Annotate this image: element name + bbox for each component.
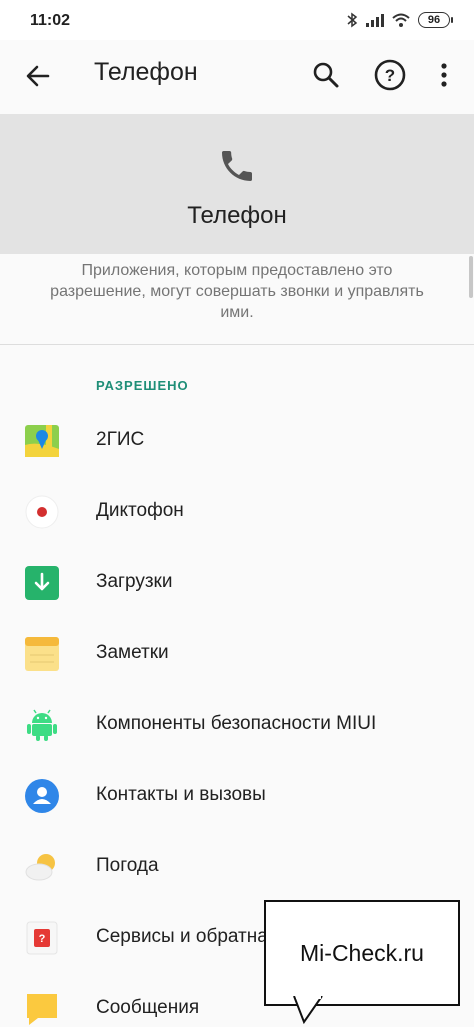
contacts-icon (25, 779, 59, 813)
permission-description: Приложения, которым предоставлено это ра… (50, 262, 424, 321)
signal-icon (366, 14, 384, 27)
recorder-icon (25, 495, 59, 529)
notes-icon (25, 637, 59, 671)
divider (0, 344, 474, 345)
app-label: Сообщения (96, 997, 200, 1018)
android-icon (27, 709, 57, 741)
status-bar: 11:02 96 (0, 0, 474, 40)
bluetooth-icon (347, 12, 358, 28)
weather-icon (25, 854, 55, 881)
2gis-icon (25, 425, 59, 457)
more-vert-icon[interactable] (432, 59, 456, 91)
list-item-contacts[interactable]: Контакты и вызовы (0, 760, 474, 831)
list-item-2gis[interactable]: 2ГИС (0, 405, 474, 476)
list-item-notes[interactable]: Заметки (0, 618, 474, 689)
svg-text:?: ? (385, 66, 395, 85)
app-label: Загрузки (96, 571, 173, 592)
app-label: Погода (96, 855, 159, 876)
app-label: Компоненты безопасности MIUI (96, 713, 377, 734)
downloads-icon (25, 566, 59, 600)
permission-header: Телефон (0, 114, 474, 254)
messages-icon (27, 994, 57, 1025)
wifi-icon (392, 13, 410, 27)
phone-icon (222, 151, 252, 181)
toolbar: Телефон ? (0, 40, 474, 114)
app-label: 2ГИС (96, 429, 145, 450)
back-arrow-icon[interactable] (22, 60, 54, 92)
scrollbar[interactable] (469, 256, 473, 298)
page-title: Телефон (94, 58, 198, 86)
permission-title: Телефон (187, 202, 287, 229)
list-item-weather[interactable]: Погода (0, 831, 474, 902)
watermark-tail (293, 996, 323, 1024)
battery-icon: 96 (418, 12, 453, 28)
watermark-text: Mi-Check.ru (300, 940, 424, 966)
status-time: 11:02 (30, 12, 71, 29)
search-icon[interactable] (310, 59, 342, 91)
battery-level: 96 (427, 14, 441, 26)
app-label: Контакты и вызовы (96, 784, 266, 805)
section-allowed-label: РАЗРЕШЕНО (96, 378, 189, 393)
feedback-icon: ? (26, 921, 58, 955)
list-item-recorder[interactable]: Диктофон (0, 476, 474, 547)
help-icon[interactable]: ? (372, 57, 408, 93)
list-item-miui-security[interactable]: Компоненты безопасности MIUI (0, 689, 474, 760)
list-item-downloads[interactable]: Загрузки (0, 547, 474, 618)
app-label: Заметки (96, 642, 169, 663)
status-icons: 96 (346, 12, 453, 28)
app-label: Диктофон (96, 500, 184, 521)
watermark-bubble: Mi-Check.ru (264, 900, 460, 1006)
svg-text:?: ? (39, 933, 46, 945)
